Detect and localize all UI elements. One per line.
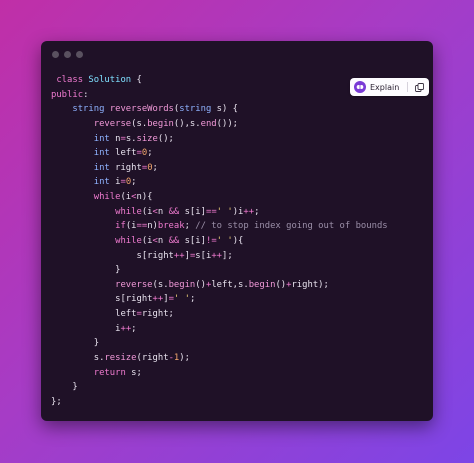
code-line: if(i==n)break; // to stop index going ou… xyxy=(115,221,388,232)
minimize-dot[interactable] xyxy=(64,51,71,58)
code-window: Explain class Solution {public: string r… xyxy=(41,41,433,421)
code-line: return s; xyxy=(93,367,142,378)
close-dot[interactable] xyxy=(52,51,59,58)
code-line: s[right++]=s[i++]; xyxy=(51,250,233,261)
code-line: int left=0; xyxy=(93,148,153,159)
code-line: public: xyxy=(51,89,89,100)
copy-icon[interactable] xyxy=(414,82,424,92)
code-line: } xyxy=(51,265,121,276)
code-line: } xyxy=(51,338,100,349)
toolbar-divider xyxy=(407,82,409,92)
code-line: s.resize(right-1); xyxy=(51,352,190,363)
code-line: left=right; xyxy=(51,309,174,319)
code-line: while(i<n){ xyxy=(93,192,153,202)
code-block[interactable]: class Solution { public: string reverseWo… xyxy=(51,73,388,409)
code-line: } xyxy=(51,382,78,393)
code-line: reverse(s.begin(),s.end()); xyxy=(93,118,239,129)
code-line: string reverseWords(string s) { xyxy=(72,104,239,115)
window-controls xyxy=(52,51,83,58)
code-line: while(i<n && s[i]==' ')i++; xyxy=(115,206,260,217)
code-line: int n=s.size(); xyxy=(93,133,174,144)
code-line: while(i<n && s[i]!=' '){ xyxy=(115,235,244,246)
code-line: }; xyxy=(51,396,62,407)
code-line: class Solution { xyxy=(56,75,142,85)
code-line: int i=0; xyxy=(93,177,137,188)
code-line: i++; xyxy=(51,323,137,334)
code-line: reverse(s.begin()+left,s.begin()+right); xyxy=(115,279,329,290)
maximize-dot[interactable] xyxy=(76,51,83,58)
code-line: int right=0; xyxy=(93,162,158,173)
code-line: s[right++]=' '; xyxy=(51,294,196,305)
